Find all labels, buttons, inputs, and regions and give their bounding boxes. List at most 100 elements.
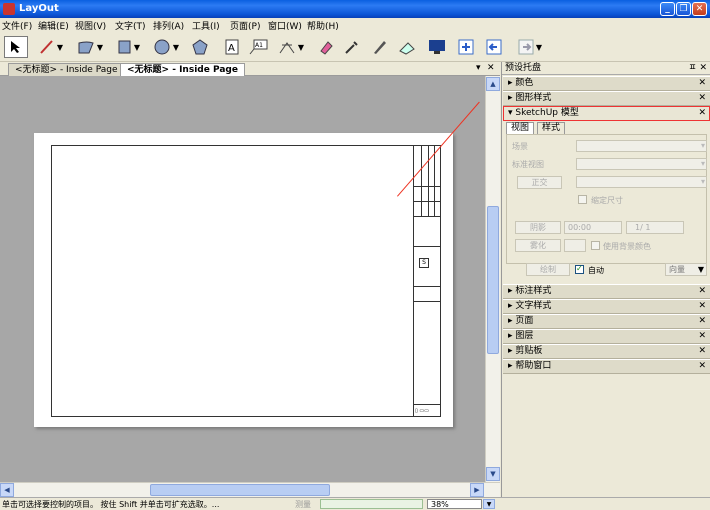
window-title: LayOut	[19, 3, 59, 14]
tab-menu-icon[interactable]: ▾	[476, 63, 481, 73]
menu-edit[interactable]: 编辑(E)	[38, 19, 69, 32]
menu-file[interactable]: 文件(F)	[2, 19, 32, 32]
fog-color-swatch[interactable]	[564, 239, 586, 252]
presentation-icon[interactable]	[426, 36, 448, 58]
menu-arrange[interactable]: 排列(A)	[153, 19, 184, 32]
scale-select[interactable]	[576, 176, 707, 188]
svg-text:A1: A1	[255, 42, 263, 49]
label-tool-icon[interactable]: A1	[246, 36, 270, 58]
panel-pages[interactable]: ▸ 页面 ✕	[503, 314, 710, 329]
tab-styles[interactable]: 样式	[537, 122, 566, 134]
standard-view-label: 标准视图	[512, 160, 544, 169]
zoom-dropdown-icon[interactable]: ▼	[483, 499, 495, 509]
shadow-button[interactable]: 阴影	[515, 221, 561, 234]
circle-tool-icon[interactable]: ▼	[150, 36, 182, 58]
vertical-scroll-thumb[interactable]	[487, 206, 499, 354]
close-icon[interactable]: ✕	[698, 285, 706, 298]
menu-help[interactable]: 帮助(H)	[307, 19, 339, 32]
render-mode-dropdown-icon: ▼	[697, 265, 704, 274]
minimize-button[interactable]: _	[660, 2, 675, 16]
panel-sketchup-model[interactable]: ▾ SketchUp 模型 ✕	[503, 106, 710, 121]
select-tool-icon[interactable]	[4, 36, 28, 58]
panel-dimension-style[interactable]: ▸ 标注样式 ✕	[503, 284, 710, 299]
close-icon[interactable]: ✕	[698, 300, 706, 313]
drawing-canvas[interactable]: S ▯ ▭▭	[0, 76, 485, 482]
page-paper[interactable]: S ▯ ▭▭	[34, 133, 453, 427]
keep-scale-checkbox[interactable]	[578, 195, 587, 204]
horizontal-scroll-thumb[interactable]	[150, 484, 330, 496]
menu-view[interactable]: 视图(V)	[75, 19, 106, 32]
panel-layers[interactable]: ▸ 图层 ✕	[503, 329, 710, 344]
keep-scale-label: 缩定尺寸	[591, 196, 623, 205]
shadow-date-input[interactable]: 1/ 1	[626, 221, 684, 234]
line-tool-icon[interactable]: ▼	[36, 36, 66, 58]
close-icon[interactable]: ✕	[698, 330, 706, 343]
close-icon[interactable]: ✕	[698, 345, 706, 358]
menu-window[interactable]: 窗口(W)	[268, 19, 302, 32]
scroll-right-button[interactable]: ▶	[470, 483, 484, 497]
scroll-up-button[interactable]: ▲	[486, 77, 500, 91]
tab-document-inactive[interactable]: <无标题> - Inside Page	[8, 63, 125, 76]
drawing-frame: S ▯ ▭▭	[51, 145, 441, 417]
menu-tools[interactable]: 工具(I)	[192, 19, 220, 32]
zoom-select[interactable]: 38%	[427, 499, 482, 509]
tray-title: 预设托盘	[505, 63, 542, 73]
tab-close-icon[interactable]: ✕	[487, 63, 495, 73]
panel-scrapbooks[interactable]: ▸ 剪贴板 ✕	[503, 344, 710, 359]
panel-text-style[interactable]: ▸ 文字样式 ✕	[503, 299, 710, 314]
ortho-button[interactable]: 正交	[517, 176, 562, 189]
svg-text:A: A	[228, 43, 235, 54]
render-mode-select[interactable]: 向量 ▼	[665, 263, 707, 276]
menu-text[interactable]: 文字(T)	[115, 19, 146, 32]
scroll-down-button[interactable]: ▼	[486, 467, 500, 481]
split-tool-icon[interactable]	[396, 36, 418, 58]
tray-controls[interactable]: ㅍ ✕	[688, 62, 707, 74]
text-tool-icon[interactable]: A	[222, 36, 242, 58]
shadow-time-input[interactable]: 00:00	[564, 221, 622, 234]
title-block-footer: ▯ ▭▭	[415, 408, 429, 414]
panel-shape-style[interactable]: ▸ 图形样式 ✕	[503, 91, 710, 106]
scene-select[interactable]	[576, 140, 707, 152]
panel-colors[interactable]: ▸ 颜色 ✕	[503, 76, 710, 91]
eyedropper-tool-icon[interactable]	[342, 36, 362, 58]
auto-render-label: 自动	[588, 266, 604, 275]
close-icon[interactable]: ✕	[698, 360, 706, 373]
status-text: 单击可选择要控制的项目。 按住 Shift 并单击可扩充选取。...	[2, 500, 220, 509]
standard-view-select[interactable]	[576, 158, 707, 170]
style-tool-icon[interactable]	[370, 36, 390, 58]
title-bar: LayOut _ ❐ ✕	[0, 0, 710, 18]
title-block: S ▯ ▭▭	[413, 146, 440, 416]
arc-tool-icon[interactable]: ▼	[74, 36, 106, 58]
close-icon[interactable]: ✕	[698, 107, 706, 120]
add-page-icon[interactable]	[456, 36, 476, 58]
close-icon[interactable]: ✕	[698, 315, 706, 328]
polygon-tool-icon[interactable]	[190, 36, 210, 58]
rectangle-tool-icon[interactable]: ▼	[112, 36, 144, 58]
use-bg-color-checkbox[interactable]	[591, 241, 600, 250]
document-tabs: <无标题> - Inside Page <无标题> - Inside Page …	[0, 62, 500, 76]
previous-page-icon[interactable]	[484, 36, 504, 58]
sketchup-model-body: 视图 样式 场景 标准视图 正交 缩定尺寸 阴影 00:00 1/ 1 雾化 使…	[503, 122, 710, 276]
render-button[interactable]: 绘制	[526, 263, 570, 276]
maximize-button[interactable]: ❐	[676, 2, 691, 16]
tab-document-active[interactable]: <无标题> - Inside Page	[120, 63, 245, 76]
fog-button[interactable]: 雾化	[515, 239, 561, 252]
title-block-logo-icon: S	[419, 258, 429, 268]
measure-input[interactable]	[320, 499, 423, 509]
auto-render-checkbox[interactable]	[575, 264, 584, 274]
eraser-tool-icon[interactable]	[316, 36, 336, 58]
scene-label: 场景	[512, 142, 528, 151]
use-bg-color-label: 使用背景颜色	[603, 242, 651, 251]
vertical-scrollbar[interactable]: ▲ ▼	[485, 76, 500, 482]
scroll-left-button[interactable]: ◀	[0, 483, 14, 497]
horizontal-scrollbar[interactable]: ◀ ▶	[0, 482, 500, 497]
close-button[interactable]: ✕	[692, 2, 707, 16]
panel-instructor[interactable]: ▸ 帮助窗口 ✕	[503, 359, 710, 374]
dimension-tool-icon[interactable]: ▼	[274, 36, 308, 58]
menu-bar: 文件(F) 编辑(E) 视图(V) 文字(T) 排列(A) 工具(I) 页面(P…	[0, 18, 710, 32]
close-icon[interactable]: ✕	[698, 92, 706, 105]
close-icon[interactable]: ✕	[698, 77, 706, 90]
next-page-icon[interactable]: ▼	[512, 36, 548, 58]
tab-view[interactable]: 视图	[506, 122, 535, 134]
menu-pages[interactable]: 页面(P)	[230, 19, 260, 32]
